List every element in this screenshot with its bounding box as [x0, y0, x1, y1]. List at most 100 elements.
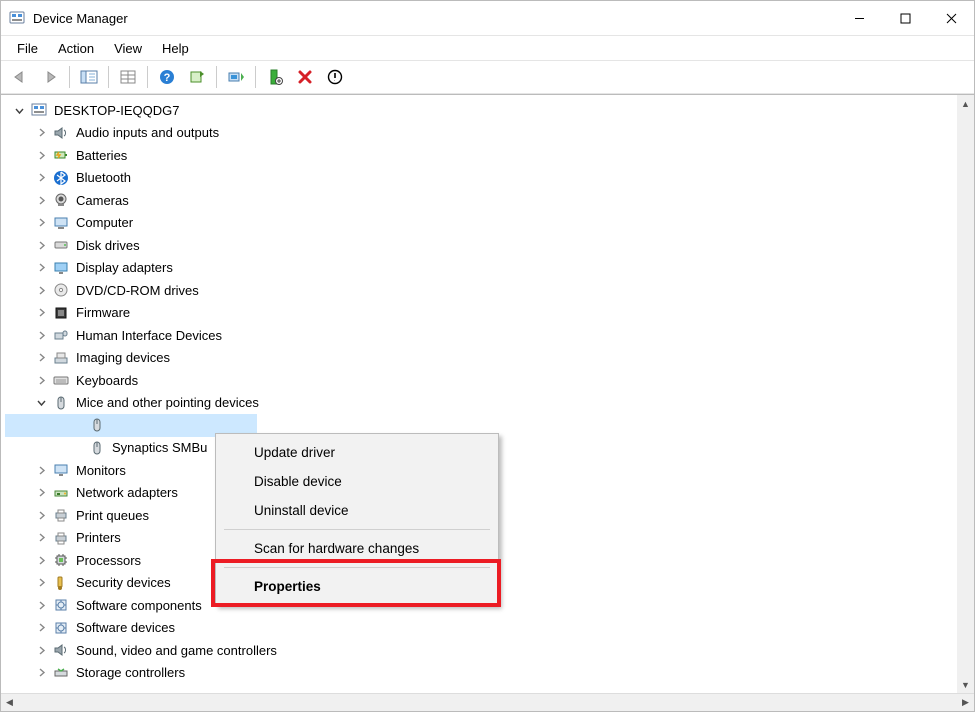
expand-icon[interactable]: [35, 554, 48, 567]
close-button[interactable]: [928, 1, 974, 35]
tree-node-label: Imaging devices: [76, 350, 170, 365]
expand-icon[interactable]: [35, 149, 48, 162]
menu-file[interactable]: File: [7, 39, 48, 58]
computer-icon: [52, 214, 70, 232]
properties-grid-button[interactable]: [115, 64, 141, 90]
expand-icon[interactable]: [35, 171, 48, 184]
ctx-disable-device[interactable]: Disable device: [218, 467, 496, 496]
battery-icon: [52, 146, 70, 164]
category-storage[interactable]: Storage controllers: [5, 662, 957, 685]
svg-text:?: ?: [164, 72, 171, 84]
expand-icon[interactable]: [35, 306, 48, 319]
category-camera[interactable]: Cameras: [5, 189, 957, 212]
app-icon: [9, 10, 25, 26]
help-button[interactable]: ?: [154, 64, 180, 90]
category-keyboard[interactable]: Keyboards: [5, 369, 957, 392]
category-disk[interactable]: Disk drives: [5, 234, 957, 257]
tree-node-label: Cameras: [76, 193, 129, 208]
tree-node-label: Bluetooth: [76, 170, 131, 185]
display-icon: [52, 259, 70, 277]
menu-action[interactable]: Action: [48, 39, 104, 58]
expand-icon[interactable]: [35, 509, 48, 522]
tree-node-label: Storage controllers: [76, 665, 185, 680]
expand-icon[interactable]: [35, 284, 48, 297]
expand-icon[interactable]: [35, 194, 48, 207]
category-software[interactable]: Software devices: [5, 617, 957, 640]
ctx-properties[interactable]: Properties: [218, 572, 496, 601]
tree-node-label: DVD/CD-ROM drives: [76, 283, 199, 298]
scroll-down-icon[interactable]: ▼: [957, 676, 974, 693]
expand-icon[interactable]: [35, 621, 48, 634]
ctx-uninstall-device[interactable]: Uninstall device: [218, 496, 496, 525]
collapse-icon[interactable]: [35, 396, 48, 409]
minimize-button[interactable]: [836, 1, 882, 35]
category-dvd[interactable]: DVD/CD-ROM drives: [5, 279, 957, 302]
category-speaker[interactable]: Audio inputs and outputs: [5, 122, 957, 145]
device-manager-window: Device Manager File Action View Help: [0, 0, 975, 712]
tree-node-label: Mice and other pointing devices: [76, 395, 259, 410]
expand-icon[interactable]: [35, 216, 48, 229]
expand-icon[interactable]: [35, 126, 48, 139]
tree-node-label: Sound, video and game controllers: [76, 643, 277, 658]
expand-icon[interactable]: [35, 599, 48, 612]
context-menu: Update driver Disable device Uninstall d…: [215, 433, 499, 606]
expand-icon[interactable]: [35, 374, 48, 387]
expand-icon[interactable]: [35, 329, 48, 342]
scroll-right-icon[interactable]: ▶: [957, 697, 974, 708]
mouse-icon: [88, 416, 106, 434]
window-title: Device Manager: [33, 11, 836, 26]
expand-icon[interactable]: [35, 486, 48, 499]
toolbar-separator: [69, 66, 70, 88]
expand-icon[interactable]: [35, 644, 48, 657]
ctx-scan-hardware[interactable]: Scan for hardware changes: [218, 534, 496, 563]
expand-icon[interactable]: [35, 261, 48, 274]
show-hide-tree-button[interactable]: [76, 64, 102, 90]
add-legacy-hw-button[interactable]: [262, 64, 288, 90]
tree-node-label: Monitors: [76, 463, 126, 478]
tree-root[interactable]: DESKTOP-IEQQDG7: [5, 99, 957, 122]
bluetooth-icon: [52, 169, 70, 187]
ctx-update-driver[interactable]: Update driver: [218, 438, 496, 467]
expand-icon[interactable]: [35, 576, 48, 589]
maximize-button[interactable]: [882, 1, 928, 35]
disable-button[interactable]: [322, 64, 348, 90]
printer-icon: [52, 529, 70, 547]
category-computer[interactable]: Computer: [5, 212, 957, 235]
collapse-icon[interactable]: [13, 104, 26, 117]
uninstall-button[interactable]: [292, 64, 318, 90]
speaker-icon: [52, 641, 70, 659]
toolbar-separator: [147, 66, 148, 88]
scroll-left-icon[interactable]: ◀: [1, 697, 18, 708]
vertical-scrollbar[interactable]: ▲ ▼: [957, 95, 974, 693]
expand-icon[interactable]: [35, 239, 48, 252]
horizontal-scrollbar[interactable]: ◀ ▶: [1, 693, 974, 711]
category-firmware[interactable]: Firmware: [5, 302, 957, 325]
category-bluetooth[interactable]: Bluetooth: [5, 167, 957, 190]
expand-icon[interactable]: [35, 531, 48, 544]
category-battery[interactable]: Batteries: [5, 144, 957, 167]
expand-icon[interactable]: [35, 464, 48, 477]
dvd-icon: [52, 281, 70, 299]
monitor-icon: [52, 461, 70, 479]
tree-node-label: DESKTOP-IEQQDG7: [54, 103, 179, 118]
scroll-up-icon[interactable]: ▲: [957, 95, 974, 112]
category-hid[interactable]: Human Interface Devices: [5, 324, 957, 347]
computer-root-icon: [30, 101, 48, 119]
cpu-icon: [52, 551, 70, 569]
expand-icon[interactable]: [35, 666, 48, 679]
tree-node-label: Software components: [76, 598, 202, 613]
category-imaging[interactable]: Imaging devices: [5, 347, 957, 370]
category-display[interactable]: Display adapters: [5, 257, 957, 280]
forward-button[interactable]: [37, 64, 63, 90]
titlebar[interactable]: Device Manager: [1, 1, 974, 36]
expand-icon[interactable]: [35, 351, 48, 364]
update-driver-button[interactable]: [223, 64, 249, 90]
menu-help[interactable]: Help: [152, 39, 199, 58]
back-button[interactable]: [7, 64, 33, 90]
expander-placeholder: [71, 419, 84, 432]
category-speaker[interactable]: Sound, video and game controllers: [5, 639, 957, 662]
menu-view[interactable]: View: [104, 39, 152, 58]
scan-button[interactable]: [184, 64, 210, 90]
keyboard-icon: [52, 371, 70, 389]
category-mouse[interactable]: Mice and other pointing devices: [5, 392, 957, 415]
